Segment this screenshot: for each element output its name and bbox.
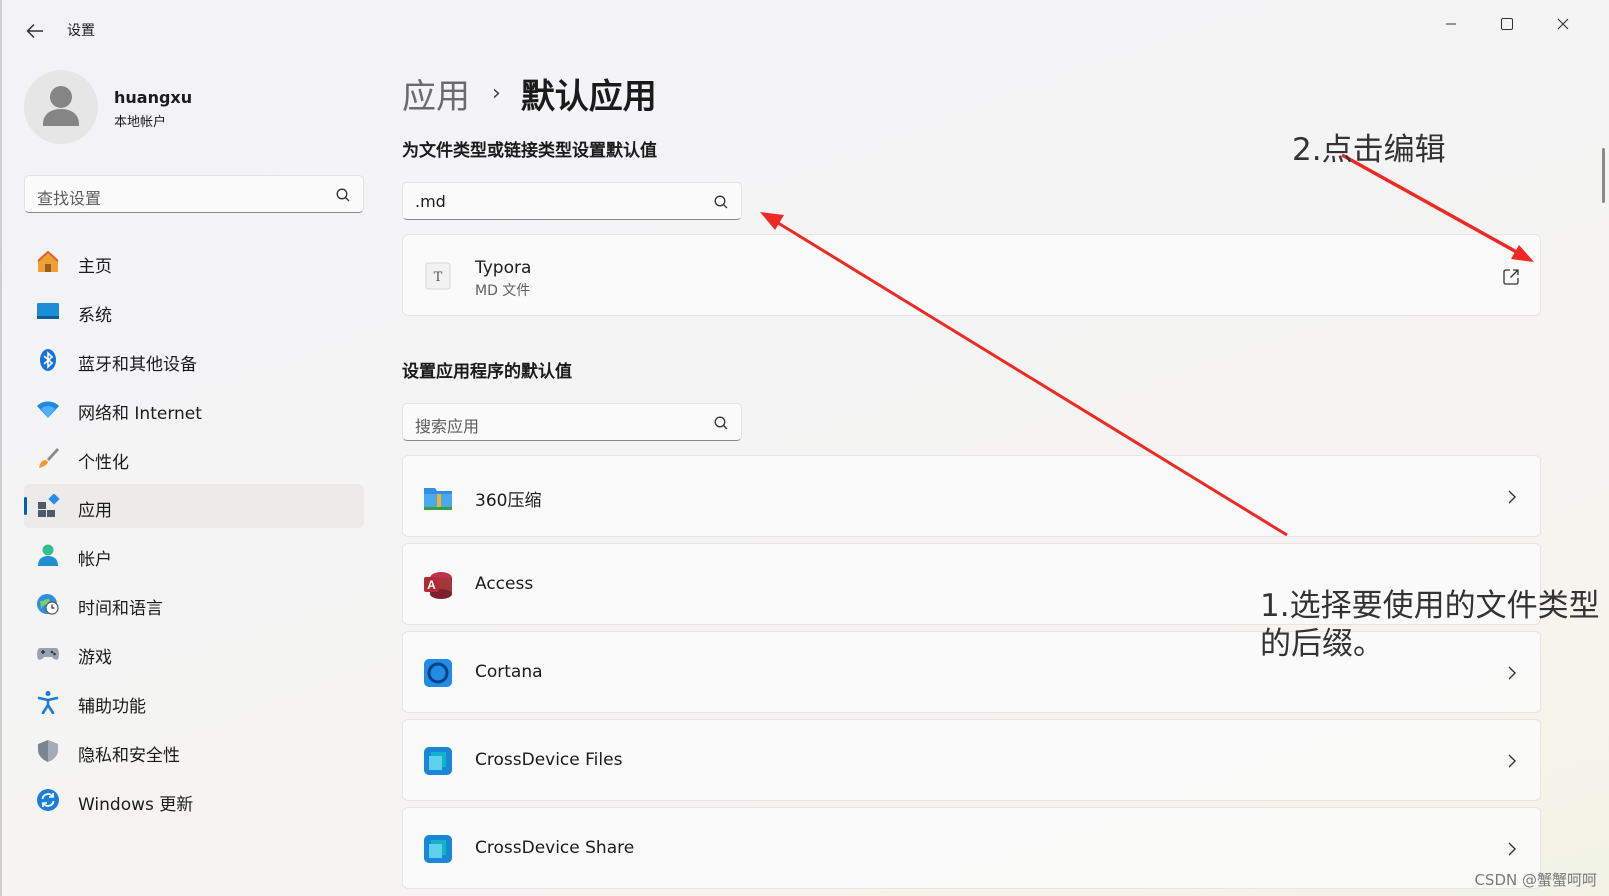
crossdevice-icon [424,835,452,863]
search-icon [714,416,728,430]
cortana-icon [424,659,452,687]
sidebar-item-windows-update[interactable]: Windows 更新 [24,778,364,822]
sidebar-item-label: 网络和 Internet [78,403,202,424]
brush-icon [39,447,59,468]
access-icon: A [424,572,452,599]
app-search-placeholder: 搜索应用 [415,417,480,436]
apps-icon [38,494,60,518]
chevron-right-icon [1508,842,1516,856]
app-name: CrossDevice Files [475,750,623,770]
chevron-right-icon [1508,754,1516,768]
maximize-icon [1501,18,1513,30]
sidebar-item-label: 辅助功能 [78,697,146,718]
sidebar-item-label: 帐户 [78,550,112,571]
home-icon [37,250,59,272]
account-type: 本地帐户 [114,115,167,130]
account-icon [38,544,58,567]
user-name: huangxu [114,88,193,107]
back-button[interactable] [20,16,50,46]
arrowhead-search [760,212,784,230]
crossdevice-icon [424,747,452,775]
file-type-result-card[interactable]: T Typora MD 文件 [402,234,1541,316]
chevron-right-icon [1508,666,1516,680]
person-icon [43,86,79,126]
bluetooth-icon [40,348,56,371]
sidebar-item-gaming[interactable]: 游戏 [24,631,364,675]
sidebar-nav: 主页 系统 蓝牙和其他设备 网络和 Internet 个性化 应用 帐户 时间和… [24,240,364,827]
minimize-icon [1446,23,1456,25]
globe-clock-icon [37,594,59,615]
sidebar-item-label: 系统 [78,305,112,326]
result-file-type: MD 文件 [475,283,531,299]
sidebar-item-bluetooth[interactable]: 蓝牙和其他设备 [24,338,364,382]
annotation-step2: 2.点击编辑 [1292,132,1446,168]
chevron-right-icon [1508,490,1516,504]
file-type-search-input[interactable]: .md [402,182,742,220]
app-name: 360压缩 [475,491,542,511]
avatar [24,70,98,144]
360zip-icon [424,488,452,510]
sidebar-item-accounts[interactable]: 帐户 [24,533,364,577]
app-row-360zip[interactable]: 360压缩 [402,455,1541,537]
app-defaults-section-title: 设置应用程序的默认值 [402,362,572,382]
update-icon [37,788,59,811]
search-icon [336,188,350,202]
watermark: CSDN @蟹蟹呵呵 [1474,871,1597,889]
svg-text:A: A [427,578,436,592]
sidebar-item-label: 主页 [78,257,112,277]
scrollbar[interactable] [1602,148,1605,203]
title-bar: 设置 [2,0,1609,58]
sidebar-item-label: 隐私和安全性 [78,745,180,766]
app-row-crossdevice-share[interactable]: CrossDevice Share [402,807,1541,889]
breadcrumb: 应用 › 默认应用 [402,68,657,118]
svg-text:T: T [434,270,443,285]
page-title: 默认应用 [520,76,657,117]
file-type-section-title: 为文件类型或链接类型设置默认值 [402,141,657,161]
app-row-crossdevice-files[interactable]: CrossDevice Files [402,719,1541,801]
typora-icon: T [425,262,451,290]
sidebar-item-label: 游戏 [78,648,112,669]
sidebar-item-home[interactable]: 主页 [24,240,364,284]
gamepad-icon [37,648,59,660]
settings-search-placeholder: 查找设置 [37,189,102,208]
annotation-step1-line1: 1.选择要使用的文件类型 [1260,588,1600,624]
settings-window: 设置 huangxu 本地帐户 查找设置 主页 系统 蓝牙和其他设备 网络和 I… [0,0,1609,896]
system-icon [37,302,59,319]
back-arrow-icon [26,23,43,39]
breadcrumb-separator-icon: › [492,80,501,106]
result-app-name: Typora [475,258,532,278]
sidebar-item-label: 时间和语言 [78,599,163,620]
maximize-button[interactable] [1479,6,1535,42]
sidebar-item-accessibility[interactable]: 辅助功能 [24,680,364,724]
settings-search-input[interactable]: 查找设置 [24,175,364,213]
file-type-search-value: .md [415,192,446,211]
sidebar-item-network[interactable]: 网络和 Internet [24,387,364,431]
breadcrumb-parent[interactable]: 应用 [402,69,470,118]
app-name: CrossDevice Share [475,838,635,858]
open-external-icon[interactable] [1502,268,1520,286]
wifi-icon [37,401,59,418]
search-icon [714,195,728,209]
close-button[interactable] [1535,6,1591,42]
sidebar-item-label: 应用 [78,501,112,522]
close-icon [1557,18,1569,30]
sidebar-item-time-language[interactable]: 时间和语言 [24,582,364,626]
user-profile[interactable]: huangxu 本地帐户 [24,70,364,144]
sidebar-item-label: 蓝牙和其他设备 [78,354,197,375]
app-name: Cortana [475,662,543,682]
minimize-button[interactable] [1423,6,1479,42]
accessibility-icon [37,691,59,715]
app-search-input[interactable]: 搜索应用 [402,403,742,441]
sidebar-item-label: Windows 更新 [78,794,194,815]
window-title: 设置 [67,23,95,39]
sidebar-item-label: 个性化 [78,452,129,473]
shield-icon [38,739,58,762]
sidebar-item-personalization[interactable]: 个性化 [24,436,364,480]
sidebar-item-apps[interactable]: 应用 [24,484,364,529]
annotation-step1-line2: 的后缀。 [1260,626,1384,662]
sidebar-item-system[interactable]: 系统 [24,289,364,333]
sidebar-item-privacy[interactable]: 隐私和安全性 [24,729,364,773]
app-name: Access [475,574,534,594]
